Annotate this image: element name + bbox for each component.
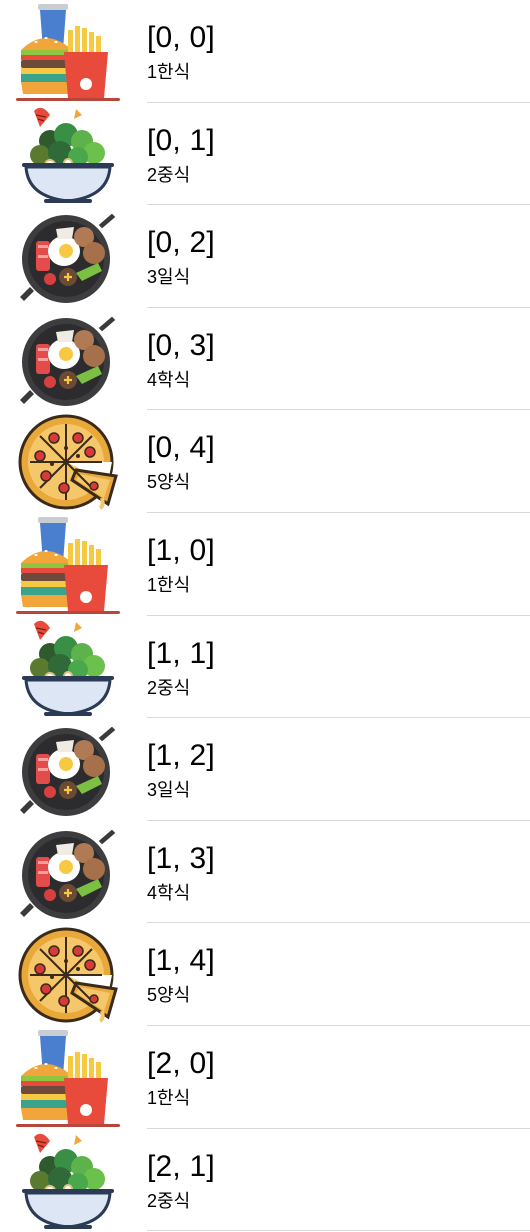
row-subtitle: 5양식	[147, 472, 191, 493]
table-row[interactable]: [1, 0] 1한식	[0, 513, 530, 616]
row-subtitle: 1한식	[147, 1087, 191, 1108]
table-row[interactable]: [0, 1] 2중식	[0, 103, 530, 206]
row-subtitle: 3일식	[147, 780, 191, 801]
row-divider	[147, 1230, 530, 1232]
row-title: [0, 1]	[147, 123, 215, 157]
row-subtitle: 4학식	[147, 882, 191, 903]
table-row[interactable]: [2, 1] 2중식	[0, 1129, 530, 1232]
table-row[interactable]: [1, 1] 2중식	[0, 616, 530, 719]
row-subtitle: 3일식	[147, 267, 191, 288]
frying-pan-breakfast-icon	[16, 310, 120, 410]
row-title: [0, 2]	[147, 226, 215, 260]
row-subtitle: 5양식	[147, 985, 191, 1006]
row-title: [1, 0]	[147, 533, 215, 567]
burger-fries-drink-icon	[16, 515, 120, 615]
table-row[interactable]: [0, 2] 3일식	[0, 205, 530, 308]
row-subtitle: 2중식	[147, 164, 191, 185]
row-subtitle: 1한식	[147, 574, 191, 595]
table-row[interactable]: [1, 2] 3일식	[0, 718, 530, 821]
frying-pan-breakfast-icon	[16, 720, 120, 820]
table-row[interactable]: [2, 0] 1한식	[0, 1026, 530, 1129]
table-row[interactable]: [1, 4] 5양식	[0, 923, 530, 1026]
row-title: [2, 1]	[147, 1149, 215, 1183]
burger-fries-drink-icon	[16, 2, 120, 102]
row-subtitle: 1한식	[147, 62, 191, 82]
row-subtitle: 2중식	[147, 1190, 191, 1211]
burger-fries-drink-icon	[16, 1028, 120, 1128]
row-subtitle: 4학식	[147, 369, 191, 390]
salad-bowl-icon	[16, 618, 120, 718]
table-row[interactable]: [0, 3] 4학식	[0, 308, 530, 411]
table-view[interactable]: [0, 0] 1한식 [0, 1] 2중식 [0, 2] 3일식 [0, 3] 4학식	[0, 0, 530, 1232]
pizza-icon	[16, 925, 120, 1025]
pizza-icon	[16, 412, 120, 512]
row-title: [1, 4]	[147, 944, 215, 978]
table-row[interactable]: [0, 0] 1한식	[0, 0, 530, 103]
row-subtitle: 2중식	[147, 677, 191, 698]
salad-bowl-icon	[16, 105, 120, 205]
salad-bowl-icon	[16, 1131, 120, 1231]
row-title: [0, 3]	[147, 328, 215, 362]
table-row[interactable]: [0, 4] 5양식	[0, 410, 530, 513]
row-title: [1, 2]	[147, 739, 215, 773]
row-title: [1, 3]	[147, 841, 215, 875]
row-title: [1, 1]	[147, 636, 215, 670]
row-title: [0, 4]	[147, 431, 215, 465]
table-row[interactable]: [1, 3] 4학식	[0, 821, 530, 924]
row-title: [0, 0]	[147, 21, 215, 54]
frying-pan-breakfast-icon	[16, 823, 120, 923]
row-title: [2, 0]	[147, 1046, 215, 1080]
frying-pan-breakfast-icon	[16, 207, 120, 307]
